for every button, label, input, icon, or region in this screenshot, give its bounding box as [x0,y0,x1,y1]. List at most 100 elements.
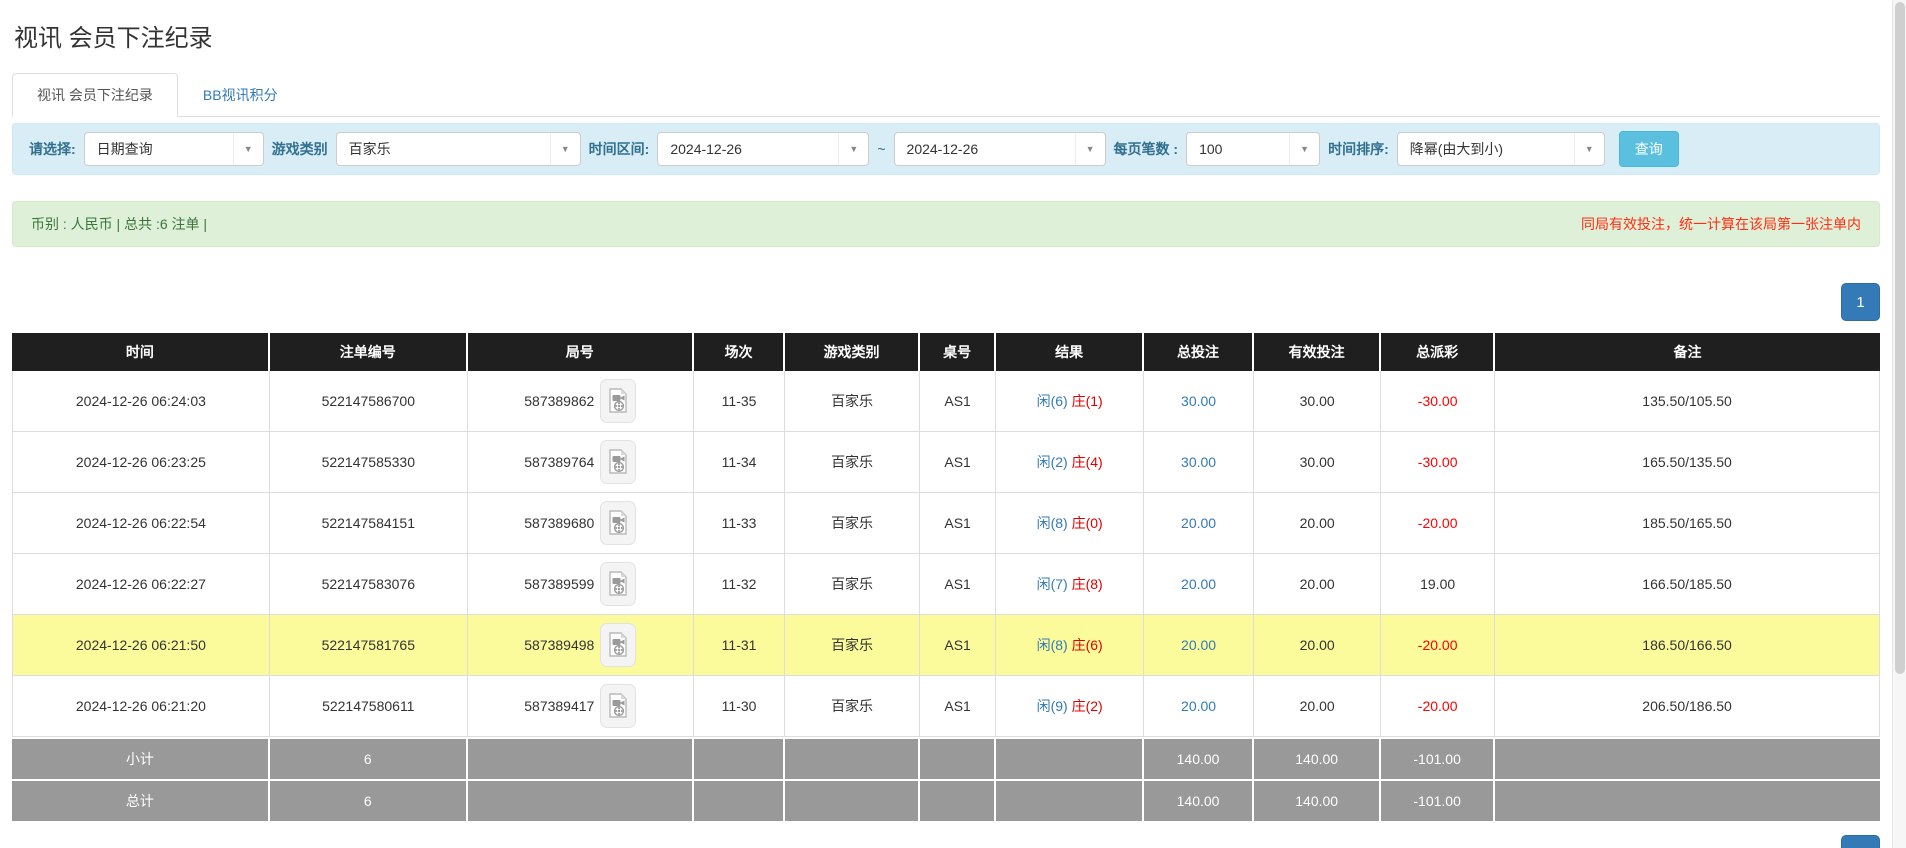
pagination-bottom: 1 [12,835,1880,848]
cell-result: 闲(2) 庄(4) [996,432,1144,493]
mode-select[interactable]: 日期查询 ▼ [84,132,264,166]
date-to-picker[interactable]: 2024-12-26 ▼ [894,132,1106,166]
cell-game-type: 百家乐 [785,554,919,615]
video-file-icon [608,510,628,536]
chevron-down-icon: ▼ [1289,133,1319,165]
sort-select[interactable]: 降幂(由大到小) ▼ [1397,132,1605,166]
total-label: 总计 [12,779,270,821]
vertical-scrollbar[interactable] [1892,0,1906,848]
cell-session: 11-35 [694,371,786,432]
result-banker: 庄(6) [1072,637,1103,653]
page-1-button-bottom[interactable]: 1 [1841,835,1880,848]
scrollbar-thumb[interactable] [1895,2,1905,674]
date-to-value: 2024-12-26 [895,141,1075,157]
cell-remark: 186.50/166.50 [1495,615,1880,676]
video-file-icon [608,571,628,597]
result-banker: 庄(1) [1072,393,1103,409]
result-player: 闲(6) [1037,393,1068,409]
cell-round-id: 587389498 [468,615,694,676]
table-row[interactable]: 2024-12-26 06:24:03 522147586700 5873898… [12,371,1880,432]
subtotal-total-bet: 140.00 [1144,737,1254,779]
cell-total-bet[interactable]: 20.00 [1144,554,1254,615]
cell-remark: 206.50/186.50 [1495,676,1880,737]
video-replay-button[interactable] [600,623,636,667]
tab-betting-records[interactable]: 视讯 会员下注纪录 [12,73,178,117]
table-row[interactable]: 2024-12-26 06:23:25 522147585330 5873897… [12,432,1880,493]
cell-total-bet[interactable]: 20.00 [1144,493,1254,554]
tab-bar: 视讯 会员下注纪录 BB视讯积分 [12,73,1880,117]
filter-bar: 请选择: 日期查询 ▼ 游戏类别 百家乐 ▼ 时间区间: 2024-12-26 … [12,123,1880,175]
subtotal-row: 小计 6 140.00 140.00 -101.00 [12,737,1880,779]
table-body: 2024-12-26 06:24:03 522147586700 5873898… [12,371,1880,737]
col-round-id: 局号 [468,333,694,371]
cell-total-bet[interactable]: 20.00 [1144,615,1254,676]
round-id-text: 587389862 [524,393,594,409]
video-replay-button[interactable] [600,562,636,606]
page-title: 视讯 会员下注纪录 [14,18,1880,53]
result-player: 闲(8) [1037,637,1068,653]
cell-bet-id: 522147580611 [270,676,468,737]
game-type-label: 游戏类别 [272,139,328,159]
result-player: 闲(2) [1037,454,1068,470]
table-row[interactable]: 2024-12-26 06:22:27 522147583076 5873895… [12,554,1880,615]
col-game-type: 游戏类别 [785,333,919,371]
cell-valid-bet: 20.00 [1254,676,1381,737]
mode-select-label: 请选择: [29,139,76,159]
table-row[interactable]: 2024-12-26 06:22:54 522147584151 5873896… [12,493,1880,554]
cell-session: 11-33 [694,493,786,554]
total-valid-bet: 140.00 [1254,779,1381,821]
chevron-down-icon: ▼ [1574,133,1604,165]
cell-payout: -20.00 [1381,615,1495,676]
result-player: 闲(8) [1037,515,1068,531]
video-replay-button[interactable] [600,440,636,484]
cell-session: 11-30 [694,676,786,737]
cell-valid-bet: 20.00 [1254,554,1381,615]
round-id-text: 587389764 [524,454,594,470]
cell-time: 2024-12-26 06:21:20 [12,676,270,737]
per-page-select[interactable]: 100 ▼ [1186,132,1320,166]
tab-bb-video-points[interactable]: BB视讯积分 [178,73,303,117]
cell-time: 2024-12-26 06:23:25 [12,432,270,493]
cell-valid-bet: 30.00 [1254,432,1381,493]
cell-valid-bet: 20.00 [1254,615,1381,676]
subtotal-count: 6 [270,737,468,779]
chevron-down-icon: ▼ [838,133,868,165]
video-replay-button[interactable] [600,379,636,423]
sort-select-value: 降幂(由大到小) [1398,139,1574,159]
result-banker: 庄(8) [1072,576,1103,592]
date-from-picker[interactable]: 2024-12-26 ▼ [657,132,869,166]
result-banker: 庄(4) [1072,454,1103,470]
table-row[interactable]: 2024-12-26 06:21:50 522147581765 5873894… [12,615,1880,676]
table-row[interactable]: 2024-12-26 06:21:20 522147580611 5873894… [12,676,1880,737]
page: 视讯 会员下注纪录 视讯 会员下注纪录 BB视讯积分 请选择: 日期查询 ▼ 游… [0,0,1906,848]
cell-time: 2024-12-26 06:22:54 [12,493,270,554]
cell-round-id: 587389680 [468,493,694,554]
cell-total-bet[interactable]: 30.00 [1144,432,1254,493]
col-payout: 总派彩 [1381,333,1495,371]
result-banker: 庄(2) [1072,698,1103,714]
cell-result: 闲(8) 庄(0) [996,493,1144,554]
col-time: 时间 [12,333,270,371]
col-result: 结果 [996,333,1144,371]
video-replay-button[interactable] [600,684,636,728]
col-table-no: 桌号 [920,333,997,371]
cell-game-type: 百家乐 [785,432,919,493]
video-replay-button[interactable] [600,501,636,545]
search-button[interactable]: 查询 [1619,131,1679,167]
col-session: 场次 [694,333,786,371]
game-type-select[interactable]: 百家乐 ▼ [336,132,581,166]
cell-table-no: AS1 [920,493,997,554]
cell-time: 2024-12-26 06:21:50 [12,615,270,676]
date-from-value: 2024-12-26 [658,141,838,157]
cell-remark: 165.50/135.50 [1495,432,1880,493]
subtotal-payout: -101.00 [1381,737,1495,779]
subtotal-valid-bet: 140.00 [1254,737,1381,779]
cell-result: 闲(8) 庄(6) [996,615,1144,676]
cell-valid-bet: 20.00 [1254,493,1381,554]
page-1-button[interactable]: 1 [1841,283,1880,321]
cell-round-id: 587389417 [468,676,694,737]
cell-total-bet[interactable]: 30.00 [1144,371,1254,432]
cell-total-bet[interactable]: 20.00 [1144,676,1254,737]
cell-table-no: AS1 [920,554,997,615]
chevron-down-icon: ▼ [550,133,580,165]
